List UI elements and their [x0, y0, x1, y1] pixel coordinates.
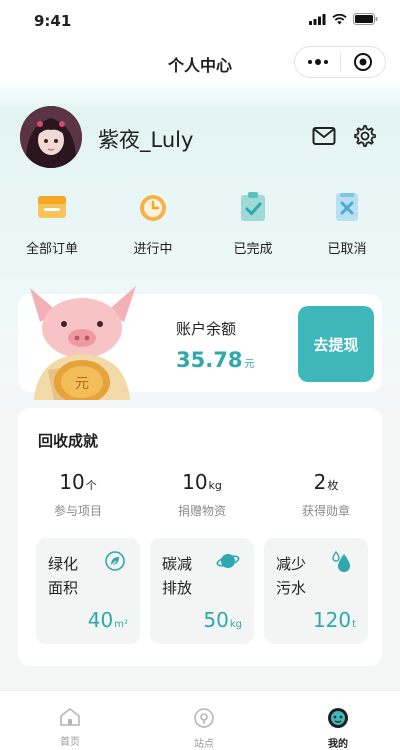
more-dots-icon [307, 59, 328, 65]
completed-icon [241, 192, 265, 221]
order-completed[interactable]: 已完成 [218, 190, 288, 257]
battery-icon [353, 13, 378, 25]
tab-label: 站点 [194, 739, 214, 750]
eco-unit: m² [114, 619, 128, 630]
stat-projects: 10个 参与项目 [28, 470, 128, 519]
stat-number: 10 [182, 470, 208, 494]
balance-value: 35.78 元 [176, 348, 254, 372]
tab-stations[interactable]: 站点 [174, 707, 234, 750]
stat-donations: 10kg 捐赠物资 [152, 470, 252, 519]
eco-unit: kg [229, 619, 242, 630]
mini-program-capsule [294, 46, 386, 78]
signal-icon [309, 13, 326, 25]
stat-value: 10个 [28, 470, 128, 494]
home-icon [60, 708, 80, 726]
eco-card-greening: 绿化面积 40m² [36, 538, 140, 644]
planet-icon [216, 554, 240, 568]
tab-label: 我的 [328, 739, 348, 750]
withdraw-button[interactable]: 去提现 [298, 306, 374, 382]
stat-unit: kg [208, 479, 222, 492]
eco-title: 绿化面积 [48, 555, 79, 597]
order-label: 已完成 [233, 242, 273, 257]
coin-mark: 元 [75, 376, 89, 392]
location-icon [194, 708, 214, 728]
stat-caption: 获得勋章 [301, 504, 350, 518]
stat-value: 10kg [152, 470, 252, 494]
navigation-bar: 个人中心 [0, 44, 400, 80]
order-label: 全部订单 [25, 242, 78, 257]
balance-label: 账户余额 [176, 320, 237, 338]
order-all[interactable]: 全部订单 [17, 190, 87, 257]
all-orders-icon [38, 196, 66, 218]
order-shortcuts: 全部订单 进行中 已完成 已取消 [0, 190, 400, 260]
stat-unit: 枚 [327, 479, 339, 492]
more-button[interactable] [295, 47, 340, 77]
eco-value: 50kg [203, 608, 242, 632]
achievements-title: 回收成就 [38, 432, 99, 450]
status-icons [309, 13, 378, 25]
eco-number: 50 [203, 608, 229, 632]
order-cancelled[interactable]: 已取消 [312, 190, 382, 257]
water-drop-icon [332, 550, 350, 572]
tab-home[interactable]: 首页 [40, 707, 100, 748]
stat-caption: 捐赠物资 [177, 504, 226, 518]
tab-mine[interactable]: 我的 [308, 707, 368, 750]
stat-medals: 2枚 获得勋章 [276, 470, 376, 519]
in-progress-icon [140, 195, 166, 221]
target-icon [353, 53, 372, 71]
eco-card-water: 减少污水 120t [264, 538, 368, 644]
wifi-icon [332, 13, 347, 24]
balance-unit: 元 [244, 359, 255, 370]
leaf-icon [105, 551, 125, 571]
stat-value: 2枚 [276, 470, 376, 494]
mail-icon[interactable] [312, 126, 336, 146]
order-in-progress[interactable]: 进行中 [118, 190, 188, 257]
avatar[interactable] [20, 106, 82, 168]
eco-title: 碳减排放 [162, 555, 193, 597]
eco-unit: t [352, 619, 356, 630]
status-time: 9:41 [34, 12, 72, 30]
cancelled-icon [336, 193, 358, 221]
tab-label: 首页 [60, 737, 80, 748]
balance-amount: 35.78 [176, 348, 243, 372]
stat-number: 2 [313, 470, 327, 494]
stat-number: 10 [59, 470, 85, 494]
close-miniprogram-button[interactable] [341, 47, 385, 77]
eco-card-carbon: 碳减排放 50kg [150, 538, 254, 644]
order-label: 已取消 [327, 242, 367, 257]
eco-number: 120 [312, 608, 352, 632]
username: 紫夜_Luly [98, 128, 194, 152]
avatar-image [20, 106, 82, 168]
tab-bar: 首页 站点 我的 [0, 690, 400, 750]
order-label: 进行中 [133, 242, 173, 257]
settings-gear-icon[interactable] [353, 124, 377, 148]
eco-number: 40 [87, 608, 114, 632]
piggy-mascot-image: 元 [30, 286, 136, 400]
eco-title: 减少污水 [276, 555, 307, 597]
stat-unit: 个 [85, 479, 97, 492]
eco-value: 120t [313, 608, 356, 632]
stat-caption: 参与项目 [53, 504, 102, 518]
eco-value: 40m² [88, 608, 128, 632]
status-bar: 9:41 [0, 0, 400, 40]
profile-icon [328, 708, 348, 728]
